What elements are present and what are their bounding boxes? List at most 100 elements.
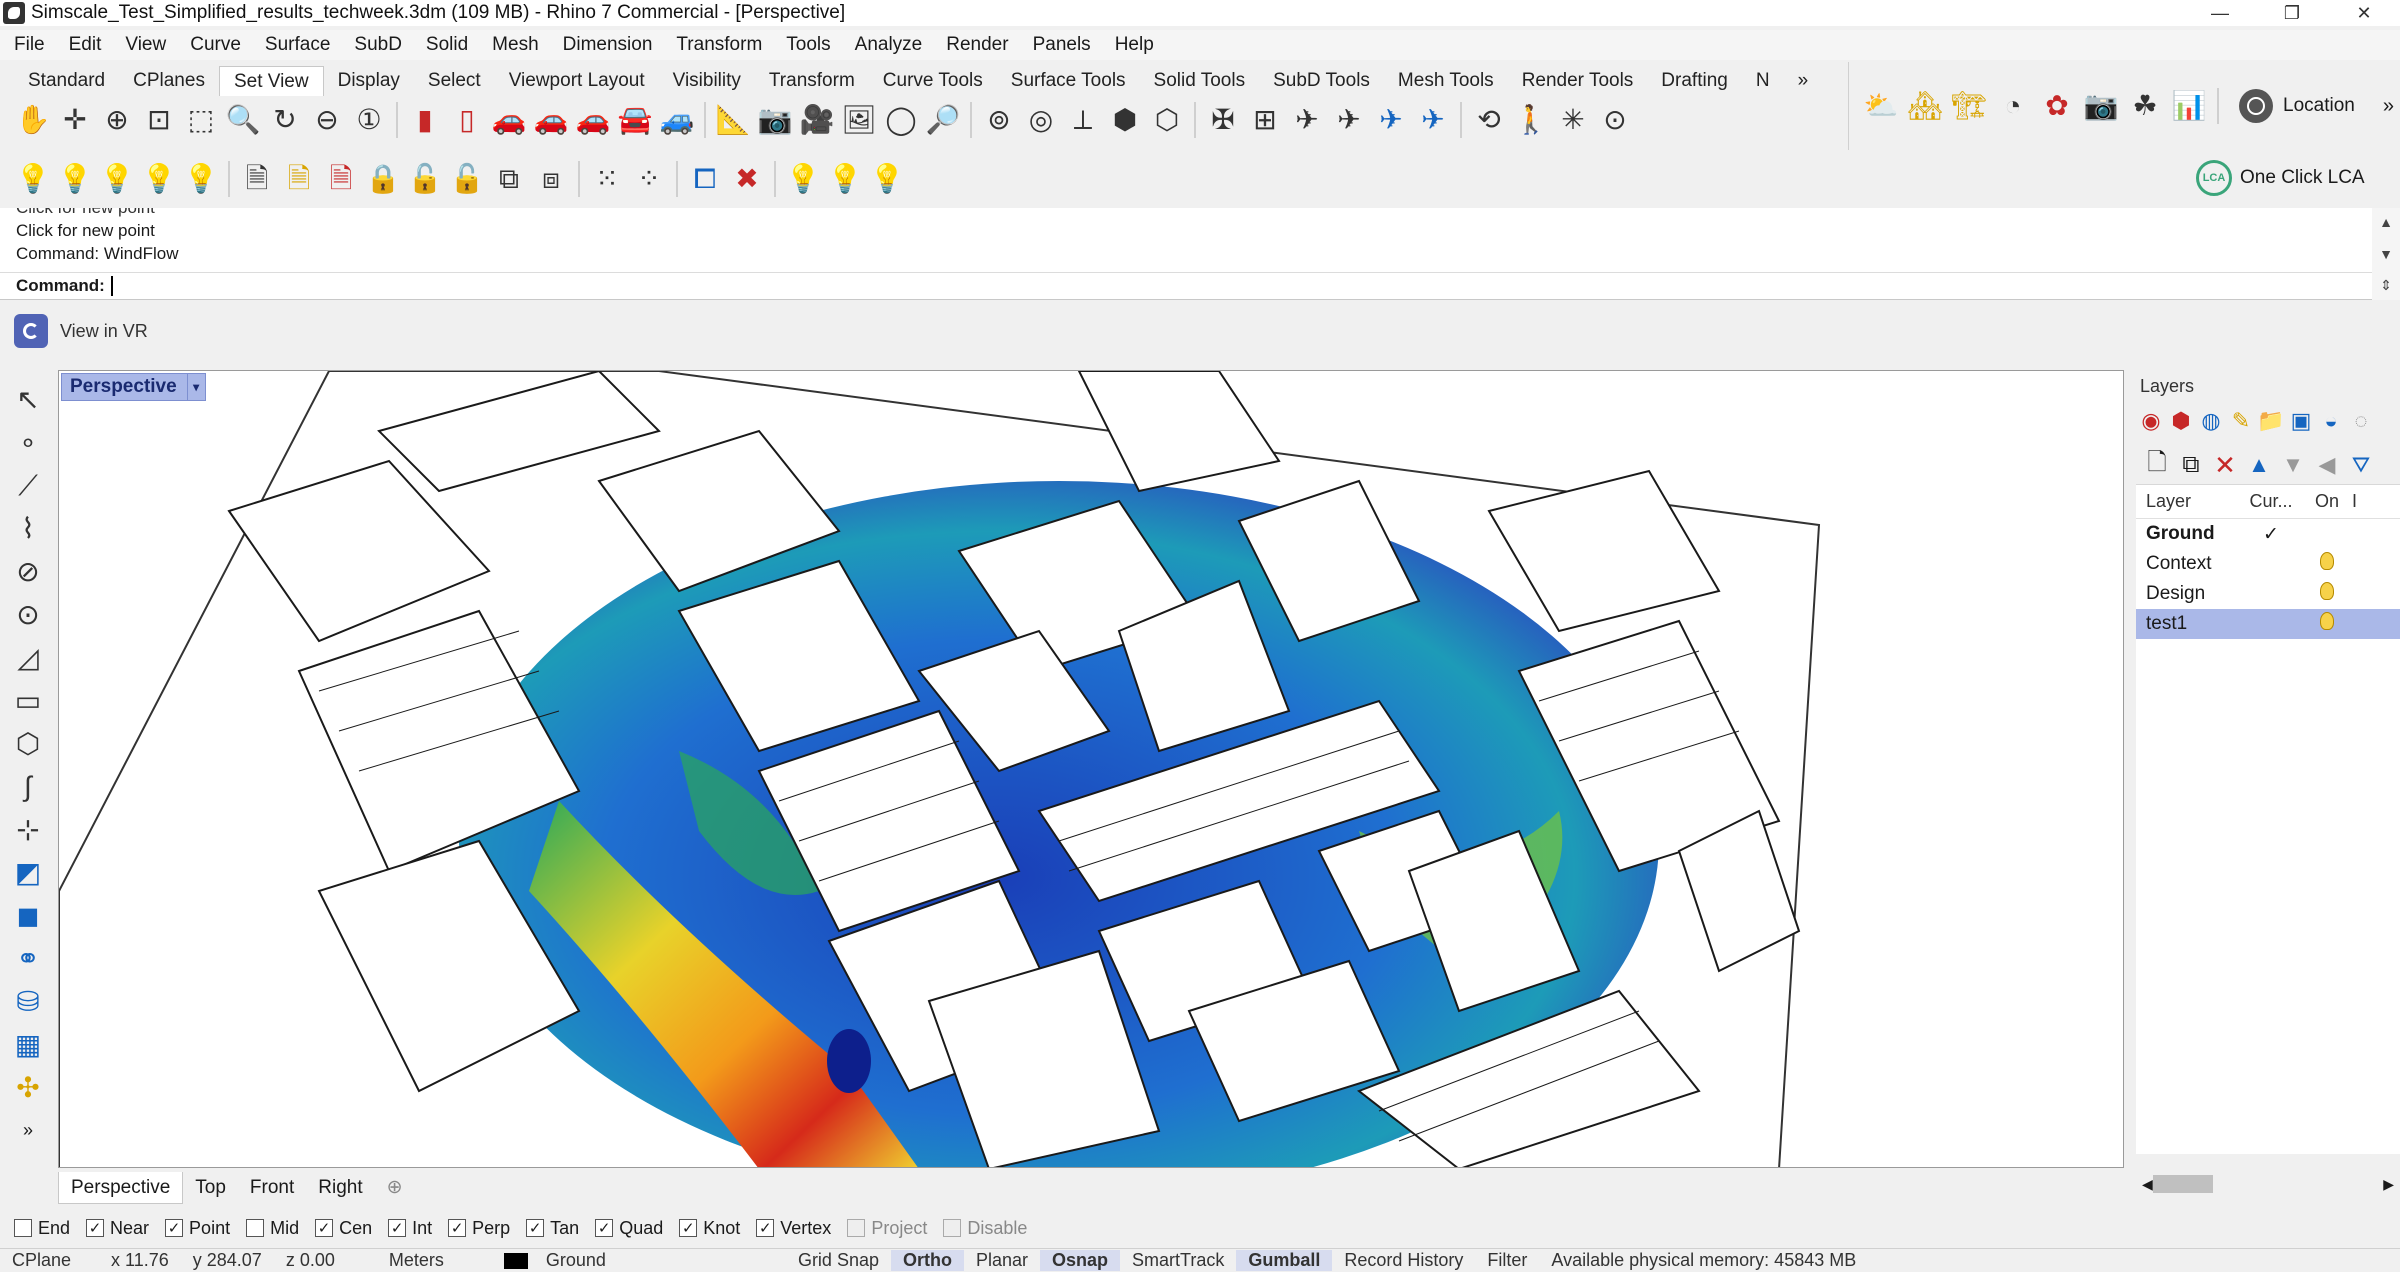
unisolate-icon[interactable]: ✖ <box>726 158 768 200</box>
menu-file[interactable]: File <box>0 34 57 56</box>
layer-row-design[interactable]: Design <box>2136 579 2400 609</box>
checkbox[interactable]: ✓ <box>315 1219 334 1237</box>
osnap-mid[interactable]: Mid <box>246 1218 299 1239</box>
filter-icon[interactable]: ⛛ <box>2344 448 2378 482</box>
isolate-icon[interactable]: ⧠ <box>684 158 726 200</box>
render-camera-icon[interactable]: 📷 <box>2079 85 2123 127</box>
surface-points-icon[interactable]: ⊹ <box>5 808 51 851</box>
plane-view-2-icon[interactable]: ✈ <box>1328 99 1370 141</box>
layer-horizontal-scrollbar[interactable]: ◀ ▶ <box>2136 1172 2400 1196</box>
camera-target-icon[interactable]: 📐 <box>712 99 754 141</box>
move-parent-icon[interactable]: ◀ <box>2310 448 2344 482</box>
delete-layer-icon[interactable]: ✕ <box>2208 448 2242 482</box>
layer-on-icon[interactable]: 💡 <box>782 158 824 200</box>
mesh-cylinder-icon[interactable]: ⛁ <box>5 980 51 1023</box>
checkbox[interactable] <box>943 1219 962 1237</box>
sun-cloud-icon[interactable]: ⛅ <box>1859 85 1903 127</box>
lens-view-icon[interactable]: 🔎 <box>922 99 964 141</box>
sphere-view-icon[interactable]: ◯ <box>880 99 922 141</box>
checkbox[interactable] <box>14 1219 32 1237</box>
move-down-icon[interactable]: ▼ <box>2276 448 2310 482</box>
rectangle-icon[interactable]: ▭ <box>5 679 51 722</box>
properties-icon[interactable]: ◉ <box>2136 406 2166 436</box>
gumball-toggle[interactable]: Gumball <box>1236 1250 1333 1271</box>
zoom-window-icon[interactable]: ⬚ <box>180 99 222 141</box>
tabs-overflow-chevron[interactable]: » <box>1784 66 1823 96</box>
lock-group-icon[interactable]: ⧈ <box>530 158 572 200</box>
walkabout-icon[interactable]: 🚶 <box>1510 99 1552 141</box>
planar-toggle[interactable]: Planar <box>964 1250 1040 1271</box>
scroll-thumb[interactable] <box>2152 1175 2213 1193</box>
light-bulb-on-icon[interactable]: 💡 <box>54 158 96 200</box>
tab-front[interactable]: Front <box>238 1172 306 1204</box>
menu-edit[interactable]: Edit <box>57 34 114 56</box>
tab-viewport-layout[interactable]: Viewport Layout <box>495 66 659 96</box>
osnap-vertex[interactable]: ✓ Vertex <box>756 1218 831 1239</box>
car-view-3-icon[interactable]: 🚗 <box>572 99 614 141</box>
light-bulb-off-icon[interactable]: 💡 <box>12 158 54 200</box>
rotate-view-icon[interactable]: ↻ <box>264 99 306 141</box>
place-camera-icon[interactable]: 🖼 <box>838 99 880 141</box>
menu-tools[interactable]: Tools <box>774 34 842 56</box>
units-label[interactable]: Meters <box>377 1250 456 1271</box>
folder-icon[interactable]: 📁 <box>2256 406 2286 436</box>
osnap-knot[interactable]: ✓ Knot <box>679 1218 740 1239</box>
bar-chart-icon[interactable]: 📊 <box>2167 85 2211 127</box>
tab-standard[interactable]: Standard <box>0 66 119 96</box>
materials-icon[interactable]: ◍ <box>2196 406 2226 436</box>
grid-snap-toggle[interactable]: Grid Snap <box>786 1250 891 1271</box>
layer-off-icon[interactable]: 💡 <box>824 158 866 200</box>
named-views-icon[interactable]: ▣ <box>2286 406 2316 436</box>
tab-drafting[interactable]: Drafting <box>1647 66 1742 96</box>
plane-view-icon[interactable]: ✈ <box>1286 99 1328 141</box>
light-bulb-icon[interactable] <box>2302 612 2352 636</box>
point-icon[interactable]: ∘ <box>5 421 51 464</box>
light-bulbs-icon[interactable]: 💡 <box>180 158 222 200</box>
expand-toolbar-icon[interactable]: » <box>5 1109 51 1152</box>
checkbox[interactable]: ✓ <box>448 1219 467 1237</box>
checkbox[interactable]: ✓ <box>165 1219 184 1237</box>
checkbox[interactable]: ✓ <box>388 1219 407 1237</box>
filter-toggle[interactable]: Filter <box>1475 1250 1539 1271</box>
car-view-5-icon[interactable]: 🚙 <box>656 99 698 141</box>
tab-transform[interactable]: Transform <box>755 66 869 96</box>
location-button[interactable]: Location <box>2239 89 2355 123</box>
view-cube-icon[interactable]: ⬢ <box>1104 99 1146 141</box>
tab-right[interactable]: Right <box>306 1172 374 1204</box>
record-history-toggle[interactable]: Record History <box>1332 1250 1475 1271</box>
palette-icon[interactable]: ✿ <box>2035 85 2079 127</box>
camera-icon[interactable]: 📷 <box>754 99 796 141</box>
light-bulb-icon[interactable] <box>2302 552 2352 576</box>
menu-surface[interactable]: Surface <box>253 34 342 56</box>
checkbox[interactable]: ✓ <box>526 1219 545 1237</box>
tab-curve-tools[interactable]: Curve Tools <box>869 66 997 96</box>
set-camera-icon[interactable]: 🎥 <box>796 99 838 141</box>
tab-cplanes[interactable]: CPlanes <box>119 66 219 96</box>
select-arrow-icon[interactable]: ↖ <box>5 378 51 421</box>
twist-icon[interactable]: ✳ <box>1552 99 1594 141</box>
target-icon[interactable]: ⊚ <box>978 99 1020 141</box>
menu-subd[interactable]: SubD <box>342 34 414 56</box>
osnap-tan[interactable]: ✓ Tan <box>526 1218 579 1239</box>
osnap-quad[interactable]: ✓ Quad <box>595 1218 663 1239</box>
more-chevron-icon[interactable]: » <box>2383 95 2394 118</box>
transform-icon[interactable]: ✣ <box>5 1066 51 1109</box>
move-up-icon[interactable]: ▲ <box>2242 448 2276 482</box>
car-view-2-icon[interactable]: 🚗 <box>530 99 572 141</box>
box-icon[interactable]: ◼ <box>5 894 51 937</box>
column-more[interactable]: I <box>2352 491 2357 512</box>
tab-surface-tools[interactable]: Surface Tools <box>997 66 1140 96</box>
smarttrack-toggle[interactable]: SmartTrack <box>1120 1250 1236 1271</box>
view-in-vr-button[interactable]: View in VR <box>14 314 148 348</box>
zoom-out-icon[interactable]: ⊖ <box>306 99 348 141</box>
display-icon[interactable]: ✎ <box>2226 406 2256 436</box>
building-data-icon[interactable]: 🏗 <box>1947 85 1991 127</box>
buildings-icon[interactable]: 🏘 <box>1903 85 1947 127</box>
menu-mesh[interactable]: Mesh <box>480 34 550 56</box>
car-view-1-icon[interactable]: 🚗 <box>488 99 530 141</box>
light-bulb-swap-icon[interactable]: 💡 <box>138 158 180 200</box>
current-checkmark-icon[interactable]: ✓ <box>2240 523 2302 546</box>
tab-mesh-tools[interactable]: Mesh Tools <box>1384 66 1508 96</box>
polygon-icon[interactable]: ⬡ <box>5 722 51 765</box>
osnap-disable[interactable]: Disable <box>943 1218 1027 1239</box>
